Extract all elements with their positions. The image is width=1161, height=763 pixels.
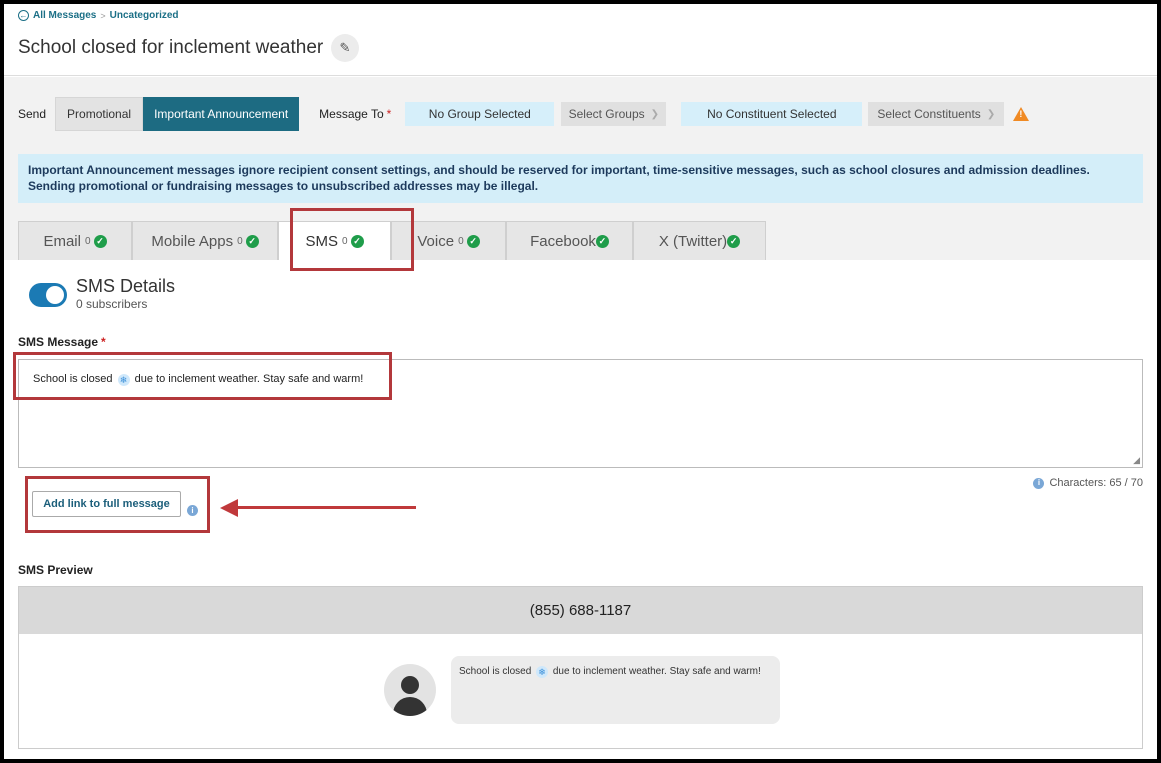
- resize-handle-icon[interactable]: ◢: [1133, 456, 1140, 465]
- sms-enabled-toggle[interactable]: [29, 283, 67, 307]
- person-icon-body: [393, 697, 427, 716]
- back-arrow-icon[interactable]: ←: [18, 10, 29, 21]
- highlight-sms-tab: [290, 208, 414, 271]
- info-banner: Important Announcement messages ignore r…: [18, 154, 1143, 203]
- check-icon: ✓: [595, 234, 609, 248]
- promotional-option[interactable]: Promotional: [55, 97, 144, 131]
- group-status: No Group Selected: [405, 102, 555, 126]
- send-row: Send Promotional Important Announcement …: [18, 97, 1030, 131]
- select-constituents-button[interactable]: Select Constituents ❯: [868, 102, 1005, 126]
- tab-facebook[interactable]: Facebook ✓: [506, 221, 633, 260]
- pencil-icon: ✎: [339, 40, 351, 55]
- tab-mobile-apps[interactable]: Mobile Apps 0 ✓: [132, 221, 278, 260]
- check-icon: ✓: [466, 234, 480, 248]
- constituent-status: No Constituent Selected: [681, 102, 863, 126]
- important-announcement-option[interactable]: Important Announcement: [143, 97, 300, 131]
- avatar: [384, 664, 436, 716]
- character-count: i Characters: 65 / 70: [1033, 477, 1143, 489]
- sms-preview: (855) 688-1187 School is closed ❄ due to…: [18, 586, 1143, 749]
- chevron-right-icon: ❯: [650, 108, 660, 120]
- check-icon: ✓: [245, 234, 259, 248]
- send-label: Send: [18, 107, 47, 121]
- check-icon: ✓: [93, 234, 107, 248]
- message-settings: Send Promotional Important Announcement …: [4, 77, 1157, 260]
- check-icon: ✓: [727, 234, 741, 248]
- person-icon: [401, 676, 419, 694]
- preview-message-bubble: School is closed ❄ due to inclement weat…: [451, 656, 780, 724]
- select-groups-button[interactable]: Select Groups ❯: [561, 102, 667, 126]
- tab-email[interactable]: Email 0 ✓: [18, 221, 132, 260]
- app-frame: ← All Messages > Uncategorized School cl…: [4, 4, 1157, 759]
- snowflake-icon: ❄: [536, 666, 549, 678]
- sms-message-label: SMS Message *: [18, 335, 106, 349]
- sms-preview-label: SMS Preview: [18, 563, 93, 577]
- breadcrumb-uncategorized[interactable]: Uncategorized: [110, 10, 179, 21]
- info-icon: i: [1033, 477, 1045, 489]
- breadcrumb-all-messages[interactable]: All Messages: [33, 10, 96, 21]
- chevron-right-icon: ❯: [986, 108, 996, 120]
- preview-phone-number: (855) 688-1187: [19, 587, 1142, 634]
- warning-icon: !: [1013, 107, 1030, 121]
- tab-x-twitter[interactable]: X (Twitter) ✓: [633, 221, 766, 260]
- edit-title-button[interactable]: ✎: [331, 34, 359, 62]
- arrow-line: [236, 506, 416, 509]
- annotation-arrow: [220, 499, 420, 517]
- breadcrumb-separator-icon: >: [100, 10, 106, 21]
- sms-details-title: SMS Details: [76, 276, 176, 296]
- page-header: ← All Messages > Uncategorized School cl…: [4, 4, 1157, 76]
- subscriber-count: 0 subscribers: [76, 297, 148, 311]
- highlight-add-link: [25, 476, 210, 533]
- message-to-label: Message To *: [319, 107, 392, 121]
- page-title: School closed for inclement weather: [18, 37, 324, 58]
- breadcrumb: ← All Messages > Uncategorized: [18, 10, 179, 21]
- highlight-message-text: [13, 352, 392, 400]
